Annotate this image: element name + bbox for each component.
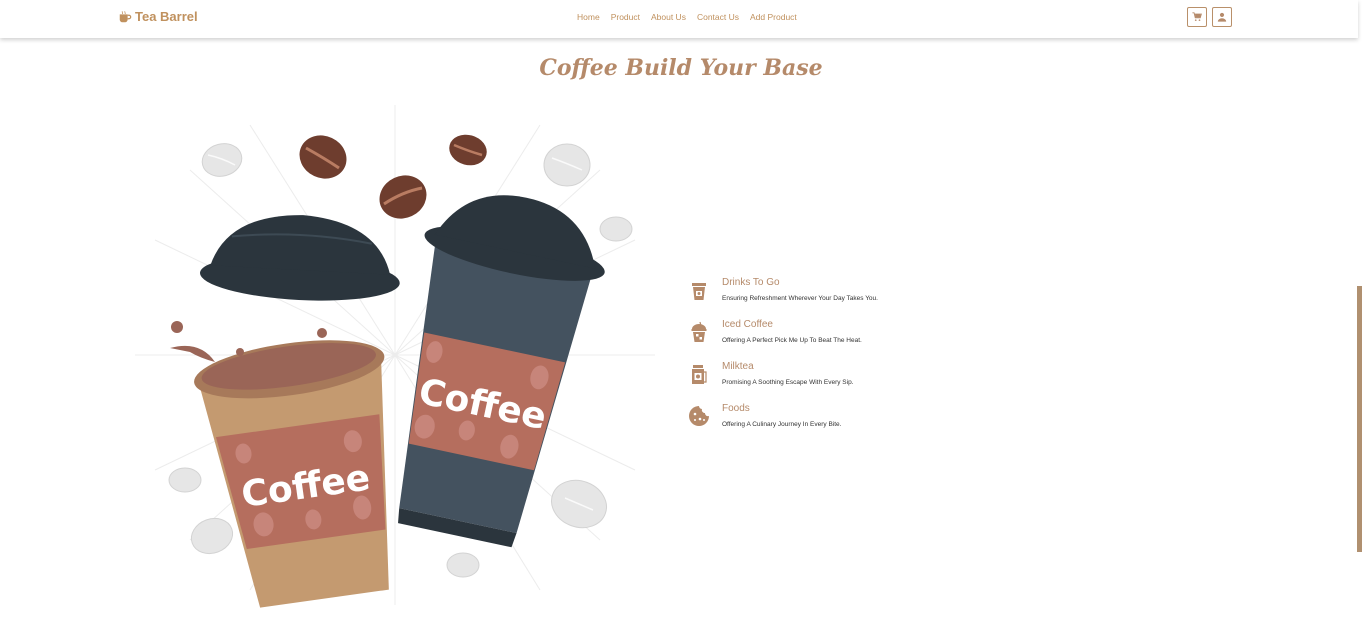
nav-link-product[interactable]: Product [611,12,640,22]
nav-link-about[interactable]: About Us [651,12,686,22]
iced-coffee-icon [691,321,707,342]
user-button[interactable] [1212,7,1232,27]
brand-logo[interactable]: Tea Barrel [118,9,198,24]
coffee-cup-icon [119,10,132,22]
cookie-icon [689,406,709,426]
feature-description: Offering A Perfect Pick Me Up To Beat Th… [722,337,862,344]
brand-name: Tea Barrel [135,9,198,24]
feature-title: Foods [722,403,750,414]
nav-link-add-product[interactable]: Add Product [750,12,797,22]
coffee-cups-illustration: Coffee Coffee [135,105,655,608]
nav-link-home[interactable]: Home [577,12,600,22]
page-title: Coffee Build Your Base [539,54,823,81]
to-go-cup-icon [692,283,706,300]
feature-title: Iced Coffee [722,319,773,330]
cart-icon [1192,12,1202,21]
feature-description: Ensuring Refreshment Wherever Your Day T… [722,295,878,302]
navbar: Tea Barrel Home Product About Us Contact… [0,0,1358,38]
feature-title: Milktea [722,361,754,372]
scrollbar-thumb[interactable] [1357,286,1362,552]
nav-link-contact[interactable]: Contact Us [697,12,739,22]
cart-button[interactable] [1187,7,1207,27]
feature-description: Promising A Soothing Escape With Every S… [722,379,854,386]
nav-links: Home Product About Us Contact Us Add Pro… [577,12,797,22]
feature-title: Drinks To Go [722,277,780,288]
milktea-icon [692,365,707,384]
feature-description: Offering A Culinary Journey In Every Bit… [722,421,842,428]
user-icon [1217,12,1227,22]
